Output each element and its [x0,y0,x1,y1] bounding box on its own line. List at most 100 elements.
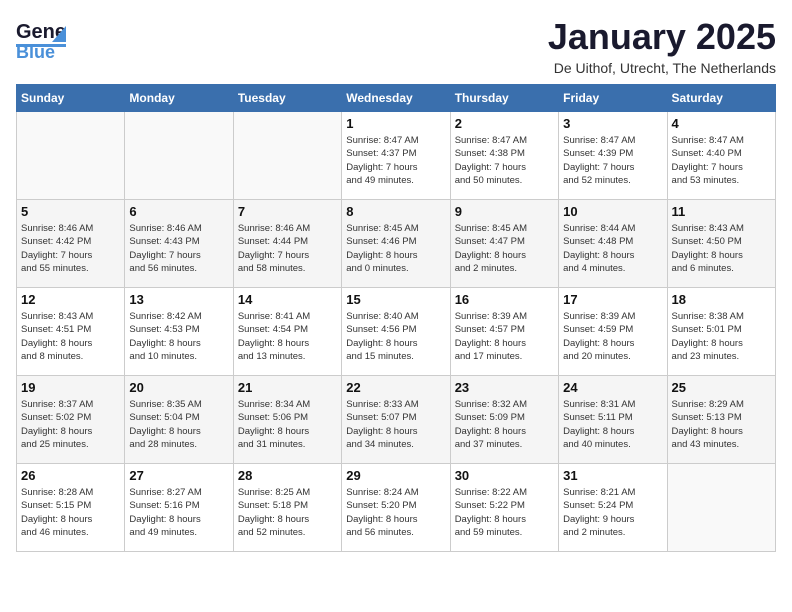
table-row: 3 Sunrise: 8:47 AM Sunset: 4:39 PM Daylig… [559,112,667,200]
table-row: 5Sunrise: 8:46 AM Sunset: 4:42 PM Daylig… [17,200,125,288]
day-number: 28 [238,468,337,483]
day-number: 26 [21,468,120,483]
day-info: Sunrise: 8:28 AM Sunset: 5:15 PM Dayligh… [21,486,120,539]
day-number: 6 [129,204,228,219]
table-row: 31 Sunrise: 8:21 AM Sunset: 5:24 PM Dayli… [559,464,667,552]
table-row: 30 Sunrise: 8:22 AM Sunset: 5:22 PM Dayli… [450,464,558,552]
day-number: 13 [129,292,228,307]
day-number: 10 [563,204,662,219]
table-row: 27 Sunrise: 8:27 AM Sunset: 5:16 PM Dayli… [125,464,233,552]
day-number: 23 [455,380,554,395]
table-row: 17 Sunrise: 8:39 AM Sunset: 4:59 PM Dayli… [559,288,667,376]
day-number: 1 [346,116,445,131]
table-row: 16 Sunrise: 8:39 AM Sunset: 4:57 PM Dayli… [450,288,558,376]
calendar-body: 1 Sunrise: 8:47 AM Sunset: 4:37 PM Daylig… [17,112,776,552]
day-number: 21 [238,380,337,395]
day-info: Sunrise: 8:33 AM Sunset: 5:07 PM Dayligh… [346,398,445,451]
col-monday: Monday [125,85,233,112]
col-thursday: Thursday [450,85,558,112]
table-row: 9 Sunrise: 8:45 AM Sunset: 4:47 PM Daylig… [450,200,558,288]
day-info: Sunrise: 8:22 AM Sunset: 5:22 PM Dayligh… [455,486,554,539]
table-row: 20 Sunrise: 8:35 AM Sunset: 5:04 PM Dayli… [125,376,233,464]
day-info: Sunrise: 8:47 AM Sunset: 4:39 PM Dayligh… [563,134,662,187]
calendar-header: Sunday Monday Tuesday Wednesday Thursday… [17,85,776,112]
day-number: 12 [21,292,120,307]
day-number: 30 [455,468,554,483]
day-info: Sunrise: 8:39 AM Sunset: 4:57 PM Dayligh… [455,310,554,363]
table-row: 7 Sunrise: 8:46 AM Sunset: 4:44 PM Daylig… [233,200,341,288]
logo-icon: General Blue [16,16,66,60]
table-row: 19 Sunrise: 8:37 AM Sunset: 5:02 PM Dayli… [17,376,125,464]
table-row: 24 Sunrise: 8:31 AM Sunset: 5:11 PM Dayli… [559,376,667,464]
table-row: 28 Sunrise: 8:25 AM Sunset: 5:18 PM Dayli… [233,464,341,552]
day-info: Sunrise: 8:35 AM Sunset: 5:04 PM Dayligh… [129,398,228,451]
table-row: 26 Sunrise: 8:28 AM Sunset: 5:15 PM Dayli… [17,464,125,552]
table-row [125,112,233,200]
day-info: Sunrise: 8:42 AM Sunset: 4:53 PM Dayligh… [129,310,228,363]
day-number: 3 [563,116,662,131]
day-info: Sunrise: 8:25 AM Sunset: 5:18 PM Dayligh… [238,486,337,539]
table-row: 21 Sunrise: 8:34 AM Sunset: 5:06 PM Dayli… [233,376,341,464]
day-info: Sunrise: 8:45 AM Sunset: 4:47 PM Dayligh… [455,222,554,275]
day-number: 17 [563,292,662,307]
day-info: Sunrise: 8:39 AM Sunset: 4:59 PM Dayligh… [563,310,662,363]
day-info: Sunrise: 8:47 AM Sunset: 4:40 PM Dayligh… [672,134,771,187]
month-title: January 2025 [548,16,776,58]
day-number: 7 [238,204,337,219]
day-number: 5 [21,204,120,219]
day-number: 25 [672,380,771,395]
svg-text:Blue: Blue [16,42,55,60]
day-number: 19 [21,380,120,395]
table-row: 25Sunrise: 8:29 AM Sunset: 5:13 PM Dayli… [667,376,775,464]
day-number: 16 [455,292,554,307]
day-number: 20 [129,380,228,395]
day-info: Sunrise: 8:27 AM Sunset: 5:16 PM Dayligh… [129,486,228,539]
table-row [233,112,341,200]
day-info: Sunrise: 8:46 AM Sunset: 4:44 PM Dayligh… [238,222,337,275]
table-row [17,112,125,200]
table-row [667,464,775,552]
day-number: 2 [455,116,554,131]
title-block: January 2025 De Uithof, Utrecht, The Net… [548,16,776,76]
table-row: 18Sunrise: 8:38 AM Sunset: 5:01 PM Dayli… [667,288,775,376]
day-info: Sunrise: 8:38 AM Sunset: 5:01 PM Dayligh… [672,310,771,363]
day-number: 9 [455,204,554,219]
day-info: Sunrise: 8:43 AM Sunset: 4:50 PM Dayligh… [672,222,771,275]
day-info: Sunrise: 8:43 AM Sunset: 4:51 PM Dayligh… [21,310,120,363]
day-info: Sunrise: 8:21 AM Sunset: 5:24 PM Dayligh… [563,486,662,539]
day-number: 14 [238,292,337,307]
day-number: 15 [346,292,445,307]
page-header: General Blue January 2025 De Uithof, Utr… [16,16,776,76]
day-info: Sunrise: 8:24 AM Sunset: 5:20 PM Dayligh… [346,486,445,539]
table-row: 13 Sunrise: 8:42 AM Sunset: 4:53 PM Dayli… [125,288,233,376]
day-number: 31 [563,468,662,483]
day-number: 24 [563,380,662,395]
table-row: 23Sunrise: 8:32 AM Sunset: 5:09 PM Dayli… [450,376,558,464]
day-info: Sunrise: 8:46 AM Sunset: 4:43 PM Dayligh… [129,222,228,275]
day-number: 27 [129,468,228,483]
table-row: 12 Sunrise: 8:43 AM Sunset: 4:51 PM Dayli… [17,288,125,376]
day-info: Sunrise: 8:41 AM Sunset: 4:54 PM Dayligh… [238,310,337,363]
table-row: 4Sunrise: 8:47 AM Sunset: 4:40 PM Daylig… [667,112,775,200]
day-info: Sunrise: 8:47 AM Sunset: 4:37 PM Dayligh… [346,134,445,187]
table-row: 14 Sunrise: 8:41 AM Sunset: 4:54 PM Dayli… [233,288,341,376]
table-row: 29Sunrise: 8:24 AM Sunset: 5:20 PM Dayli… [342,464,450,552]
day-number: 22 [346,380,445,395]
col-sunday: Sunday [17,85,125,112]
day-info: Sunrise: 8:34 AM Sunset: 5:06 PM Dayligh… [238,398,337,451]
table-row: 2 Sunrise: 8:47 AM Sunset: 4:38 PM Daylig… [450,112,558,200]
logo: General Blue [16,16,66,60]
day-info: Sunrise: 8:47 AM Sunset: 4:38 PM Dayligh… [455,134,554,187]
table-row: 22 Sunrise: 8:33 AM Sunset: 5:07 PM Dayli… [342,376,450,464]
day-info: Sunrise: 8:31 AM Sunset: 5:11 PM Dayligh… [563,398,662,451]
col-friday: Friday [559,85,667,112]
table-row: 1 Sunrise: 8:47 AM Sunset: 4:37 PM Daylig… [342,112,450,200]
day-info: Sunrise: 8:37 AM Sunset: 5:02 PM Dayligh… [21,398,120,451]
day-info: Sunrise: 8:40 AM Sunset: 4:56 PM Dayligh… [346,310,445,363]
day-number: 11 [672,204,771,219]
day-info: Sunrise: 8:45 AM Sunset: 4:46 PM Dayligh… [346,222,445,275]
day-number: 8 [346,204,445,219]
location-subtitle: De Uithof, Utrecht, The Netherlands [548,60,776,76]
col-wednesday: Wednesday [342,85,450,112]
day-info: Sunrise: 8:44 AM Sunset: 4:48 PM Dayligh… [563,222,662,275]
